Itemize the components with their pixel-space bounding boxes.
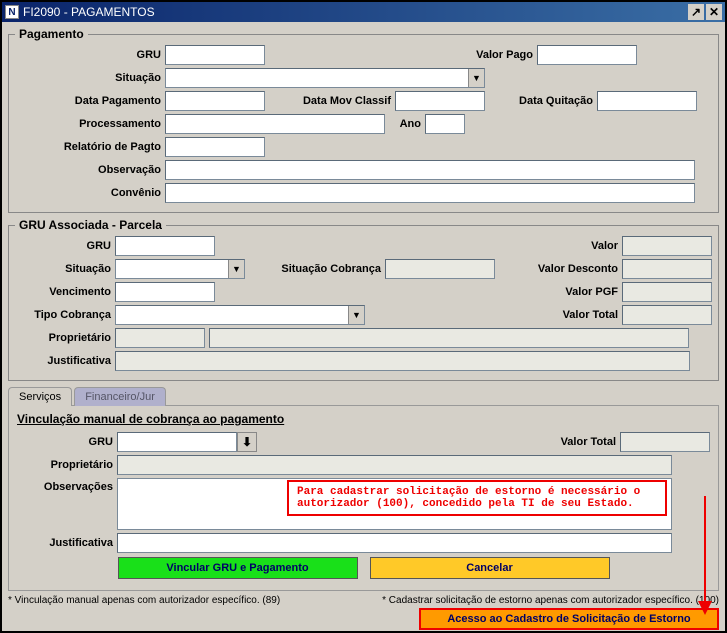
titlebar: N FI2090 - PAGAMENTOS ↗ ✕ (2, 2, 725, 22)
input-gru[interactable] (165, 45, 265, 65)
label-justificativa: Justificativa (15, 355, 115, 367)
label-valor-pgf: Valor PGF (522, 286, 622, 298)
input-vinc-justificativa[interactable] (117, 533, 672, 553)
label-convenio: Convênio (15, 187, 165, 199)
input-ano[interactable] (425, 114, 465, 134)
label-tipo-cobranca: Tipo Cobrança (15, 309, 115, 321)
maximize-button[interactable]: ↗ (688, 4, 704, 20)
label-processamento: Processamento (15, 118, 165, 130)
input-data-mov-classif[interactable] (395, 91, 485, 111)
input-relatorio[interactable] (165, 137, 265, 157)
label-ano: Ano (385, 118, 425, 130)
input-valor-pgf (622, 282, 712, 302)
input-assoc-valor-total (622, 305, 712, 325)
vinculacao-heading: Vinculação manual de cobrança ao pagamen… (17, 412, 710, 426)
download-icon: ⬇ (242, 435, 252, 449)
label-situacao-cobranca: Situação Cobrança (245, 263, 385, 275)
label-data-quitacao: Data Quitação (497, 95, 597, 107)
label-gru: GRU (15, 49, 165, 61)
app-icon: N (5, 5, 19, 19)
textarea-observacoes[interactable] (117, 478, 672, 530)
label-proprietario: Proprietário (15, 332, 115, 344)
input-vinc-proprietario (117, 455, 672, 475)
vincular-button[interactable]: Vincular GRU e Pagamento (118, 557, 358, 579)
tab-strip: Serviços Financeiro/Jur (8, 386, 719, 406)
label-valor-pago: Valor Pago (437, 49, 537, 61)
label-assoc-valor: Valor (522, 240, 622, 252)
input-proprietario-code (115, 328, 205, 348)
window: N FI2090 - PAGAMENTOS ↗ ✕ Pagamento GRU … (0, 0, 727, 633)
label-assoc-gru: GRU (15, 240, 115, 252)
input-vinc-valor-total (620, 432, 710, 452)
label-relatorio: Relatório de Pagto (15, 141, 165, 153)
tab-financeiro[interactable]: Financeiro/Jur (74, 387, 166, 406)
input-assoc-gru[interactable] (115, 236, 215, 256)
tab-content-servicos: Vinculação manual de cobrança ao pagamen… (8, 406, 719, 591)
input-situacao-cobranca (385, 259, 495, 279)
input-valor-desconto (622, 259, 712, 279)
label-vinc-proprietario: Proprietário (17, 459, 117, 471)
fieldset-gru-associada: GRU Associada - Parcela GRU Valor Situaç… (8, 218, 719, 381)
input-convenio[interactable] (165, 183, 695, 203)
label-vinc-gru: GRU (17, 436, 117, 448)
footnote-left: * Vinculação manual apenas com autorizad… (8, 595, 359, 606)
input-valor-pago[interactable] (537, 45, 637, 65)
label-vinc-valor-total: Valor Total (520, 436, 620, 448)
input-vinc-gru[interactable] (117, 432, 237, 452)
input-observacao[interactable] (165, 160, 695, 180)
form-body: Pagamento GRU Valor Pago Situação ▼ Data… (2, 22, 725, 631)
label-vencimento: Vencimento (15, 286, 115, 298)
label-valor-desconto: Valor Desconto (522, 263, 622, 275)
search-button[interactable]: ⬇ (237, 432, 257, 452)
fieldset-pagamento: Pagamento GRU Valor Pago Situação ▼ Data… (8, 27, 719, 213)
legend-gru-associada: GRU Associada - Parcela (15, 218, 166, 232)
select-tipo-cobranca[interactable]: ▼ (115, 305, 365, 325)
label-vinc-observacoes: Observações (17, 478, 117, 493)
window-title: FI2090 - PAGAMENTOS (23, 5, 155, 19)
chevron-down-icon: ▼ (228, 260, 244, 278)
chevron-down-icon: ▼ (348, 306, 364, 324)
cancelar-button[interactable]: Cancelar (370, 557, 610, 579)
input-vencimento[interactable] (115, 282, 215, 302)
select-assoc-situacao[interactable]: ▼ (115, 259, 245, 279)
close-button[interactable]: ✕ (706, 4, 722, 20)
label-situacao: Situação (15, 72, 165, 84)
input-data-pagamento[interactable] (165, 91, 265, 111)
select-situacao[interactable]: ▼ (165, 68, 485, 88)
input-proprietario-name (209, 328, 689, 348)
label-assoc-situacao: Situação (15, 263, 115, 275)
label-vinc-justificativa: Justificativa (17, 537, 117, 549)
chevron-down-icon: ▼ (468, 69, 484, 87)
label-data-pagamento: Data Pagamento (15, 95, 165, 107)
input-justificativa (115, 351, 690, 371)
input-processamento[interactable] (165, 114, 385, 134)
label-valor-total: Valor Total (522, 309, 622, 321)
tab-servicos[interactable]: Serviços (8, 387, 72, 406)
legend-pagamento: Pagamento (15, 27, 88, 41)
acesso-estorno-button[interactable]: Acesso ao Cadastro de Solicitação de Est… (419, 608, 719, 630)
footnote-right: * Cadastrar solicitação de estorno apena… (369, 595, 719, 606)
input-data-quitacao[interactable] (597, 91, 697, 111)
label-observacao: Observação (15, 164, 165, 176)
input-assoc-valor (622, 236, 712, 256)
label-data-mov-classif: Data Mov Classif (265, 95, 395, 107)
